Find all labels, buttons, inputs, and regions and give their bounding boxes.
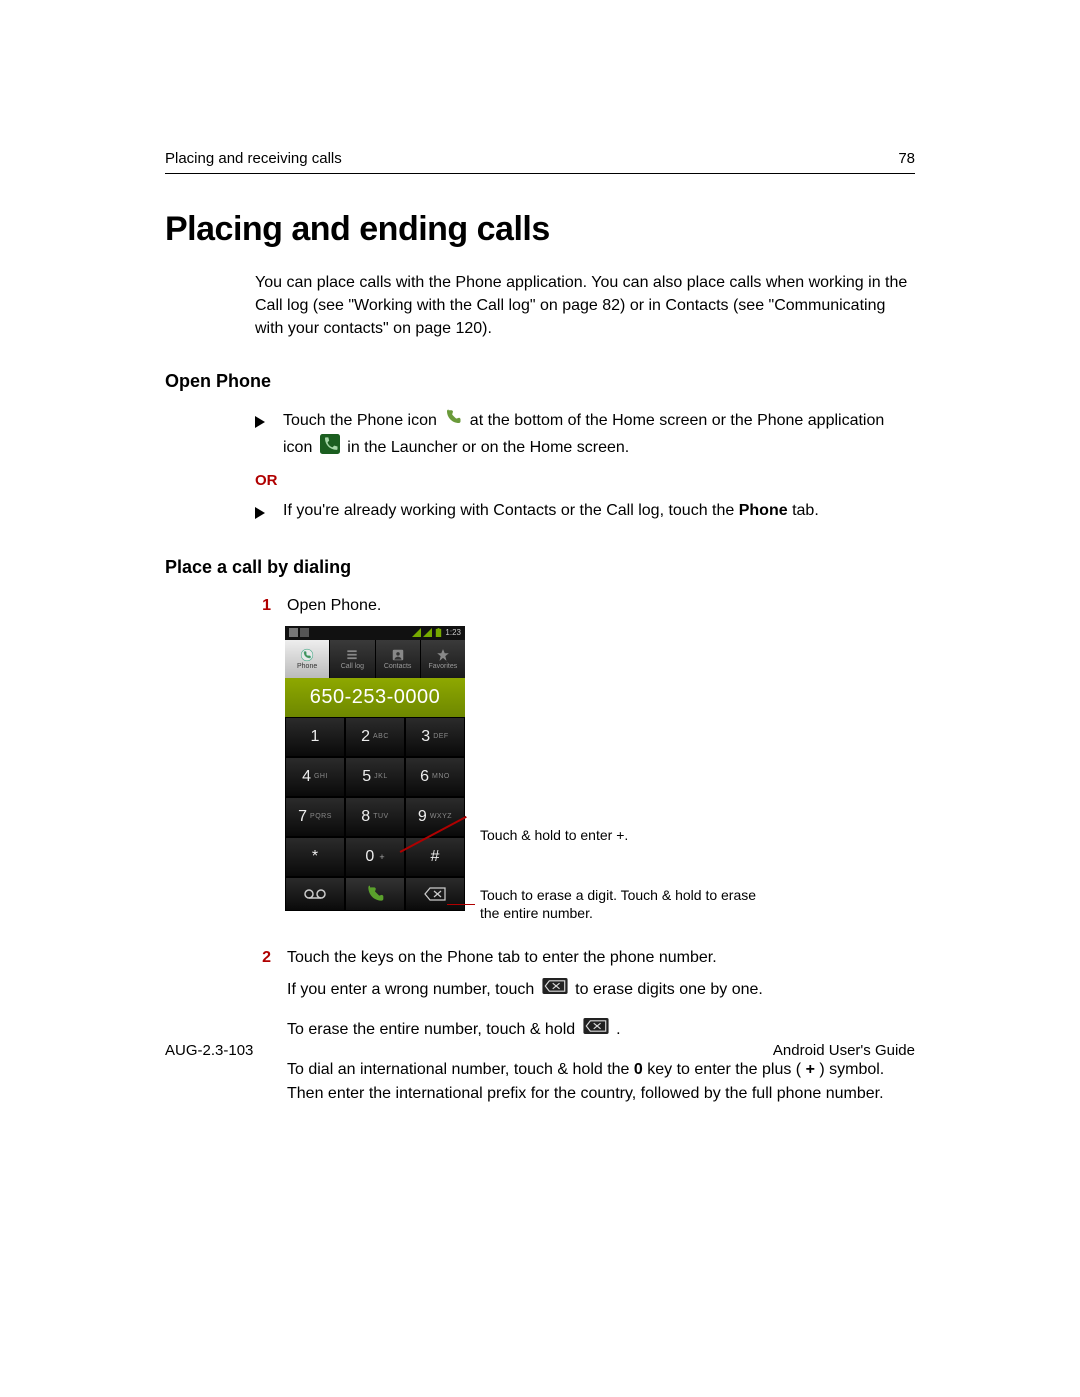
keypad-key-0[interactable]: 0+ xyxy=(345,837,405,877)
tab-call-log[interactable]: Call log xyxy=(330,640,375,678)
step2-detail-1: If you enter a wrong number, touch to er… xyxy=(287,978,915,1002)
step-text: Touch the keys on the Phone tab to enter… xyxy=(287,946,915,970)
voicemail-icon xyxy=(304,888,326,900)
dialer-illustration: 1:23 Phone Call log Contacts F xyxy=(285,626,915,936)
keypad-key-1[interactable]: 1 xyxy=(285,717,345,757)
status-time: 1:23 xyxy=(445,628,461,637)
callout-zero-plus: Touch & hold to enter +. xyxy=(480,826,680,845)
keypad-key-7[interactable]: 7PQRS xyxy=(285,797,345,837)
page-title: Placing and ending calls xyxy=(165,210,915,249)
tab-label: Call log xyxy=(341,663,364,670)
status-bar: 1:23 xyxy=(285,626,465,640)
step2-detail-2: To erase the entire number, touch & hold… xyxy=(287,1018,915,1042)
backspace-inline-icon xyxy=(542,978,568,1002)
triangle-bullet-icon xyxy=(255,503,267,527)
signal-icon xyxy=(412,628,421,637)
tab-label: Phone xyxy=(297,663,317,670)
phone-tab-icon xyxy=(300,648,314,662)
step-1: 1 Open Phone. xyxy=(255,594,915,618)
status-icon xyxy=(289,628,298,637)
contacts-icon xyxy=(391,648,405,662)
backspace-icon xyxy=(424,887,446,901)
keypad-key-2[interactable]: 2ABC xyxy=(345,717,405,757)
open-phone-bullet-1: Touch the Phone icon at the bottom of th… xyxy=(255,408,915,462)
dialer-tabs: Phone Call log Contacts Favorites xyxy=(285,640,465,678)
status-icon xyxy=(300,628,309,637)
keypad-key-4[interactable]: 4GHI xyxy=(285,757,345,797)
tab-favorites[interactable]: Favorites xyxy=(421,640,465,678)
triangle-bullet-icon xyxy=(255,412,267,436)
dialer-bottom-row xyxy=(285,877,465,911)
keypad-key-8[interactable]: 8TUV xyxy=(345,797,405,837)
open-phone-bullet-2: If you're already working with Contacts … xyxy=(255,499,915,527)
step-number: 1 xyxy=(255,594,271,618)
voicemail-button[interactable] xyxy=(285,877,345,911)
bullet-body: If you're already working with Contacts … xyxy=(283,499,915,523)
page-footer: AUG-2.3-103 Android User's Guide xyxy=(165,1042,915,1059)
call-icon xyxy=(365,884,385,904)
bullet-body: Touch the Phone icon at the bottom of th… xyxy=(283,408,915,462)
footer-guide-name: Android User's Guide xyxy=(773,1042,915,1059)
phone-app-icon xyxy=(320,434,340,462)
section-place-call-heading: Place a call by dialing xyxy=(165,557,915,578)
header-page-number: 78 xyxy=(898,150,915,167)
keypad-key-9[interactable]: 9WXYZ xyxy=(405,797,465,837)
phone-handset-icon xyxy=(444,408,462,434)
battery-icon xyxy=(434,628,443,637)
phone-mockup: 1:23 Phone Call log Contacts F xyxy=(285,626,465,911)
step-number: 2 xyxy=(255,946,271,970)
tab-label: Favorites xyxy=(428,663,457,670)
callout-backspace: Touch to erase a digit. Touch & hold to … xyxy=(480,886,760,924)
list-icon xyxy=(345,648,359,662)
keypad-key-*[interactable]: * xyxy=(285,837,345,877)
backspace-button[interactable] xyxy=(405,877,465,911)
tab-label: Contacts xyxy=(384,663,412,670)
keypad: 12ABC3DEF4GHI5JKL6MNO7PQRS8TUV9WXYZ*0+# xyxy=(285,717,465,877)
tab-phone[interactable]: Phone xyxy=(285,640,330,678)
signal-icon xyxy=(423,628,432,637)
page-content: Placing and receiving calls 78 Placing a… xyxy=(165,150,915,1122)
tab-contacts[interactable]: Contacts xyxy=(376,640,421,678)
or-divider: OR xyxy=(255,472,915,489)
section-open-phone-heading: Open Phone xyxy=(165,371,915,392)
step2-detail-3: To dial an international number, touch &… xyxy=(287,1058,915,1106)
keypad-key-3[interactable]: 3DEF xyxy=(405,717,465,757)
step-text: Open Phone. xyxy=(287,594,915,618)
keypad-key-6[interactable]: 6MNO xyxy=(405,757,465,797)
step-2: 2 Touch the keys on the Phone tab to ent… xyxy=(255,946,915,970)
call-button[interactable] xyxy=(345,877,405,911)
intro-paragraph: You can place calls with the Phone appli… xyxy=(255,271,915,341)
footer-doc-id: AUG-2.3-103 xyxy=(165,1042,253,1059)
dialed-number: 650-253-0000 xyxy=(285,678,465,717)
keypad-key-5[interactable]: 5JKL xyxy=(345,757,405,797)
callout-line xyxy=(447,904,475,906)
running-header: Placing and receiving calls 78 xyxy=(165,150,915,174)
backspace-inline-icon xyxy=(583,1018,609,1042)
star-icon xyxy=(436,648,450,662)
header-section: Placing and receiving calls xyxy=(165,150,342,167)
